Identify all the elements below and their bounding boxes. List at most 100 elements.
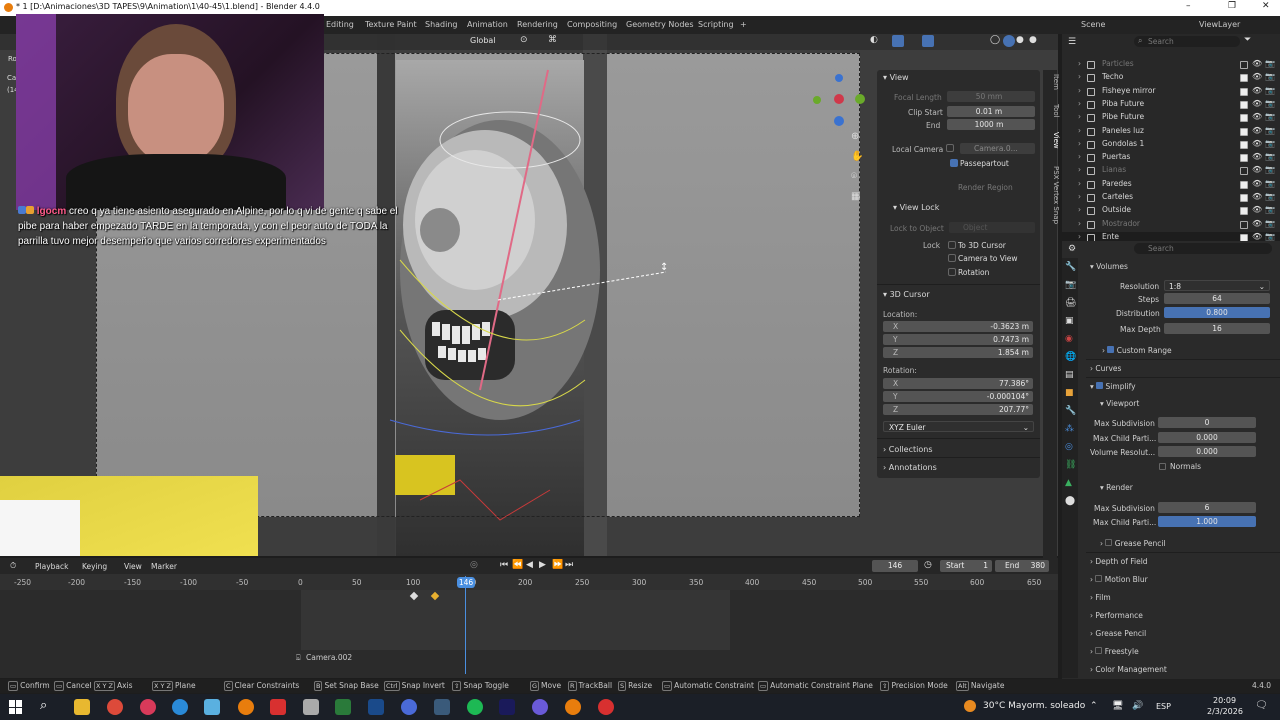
outliner-row[interactable]: › Carteles 👁 📷 <box>1074 192 1275 205</box>
pycharm-icon[interactable] <box>335 699 351 715</box>
grease-pencil-header[interactable]: › Grease Pencil <box>1090 629 1146 638</box>
render-camera-icon[interactable]: 📷 <box>1265 165 1275 174</box>
view-section-header[interactable]: ▾ View <box>883 73 909 82</box>
cursor-location-x[interactable]: X -0.3623 m <box>883 321 1033 332</box>
gizmo-y-axis[interactable] <box>855 94 865 104</box>
eye-icon[interactable]: 👁 <box>1252 86 1262 95</box>
clock-date[interactable]: 2/3/2026 <box>1207 707 1243 716</box>
annotations-header[interactable]: › Annotations <box>883 463 937 472</box>
world-tab-icon[interactable]: 🌐 <box>1065 352 1076 362</box>
passepartout-checkbox[interactable] <box>950 159 958 167</box>
3d-cursor-header[interactable]: ▾ 3D Cursor <box>883 290 930 299</box>
expand-chevron-icon[interactable]: › <box>1078 86 1081 95</box>
properties-editor-icon[interactable]: ⚙ <box>1068 244 1076 254</box>
snap-icon[interactable]: ⌘ <box>548 35 557 45</box>
material-shading-icon[interactable]: ● <box>1016 35 1024 45</box>
constraints-tab-icon[interactable]: ⛓ <box>1065 460 1076 470</box>
camera-to-view-checkbox[interactable] <box>948 254 956 262</box>
gizmo-z-top[interactable] <box>835 74 843 82</box>
gizmo-z-axis[interactable] <box>834 116 844 126</box>
gizmo-y-neg[interactable] <box>813 96 821 104</box>
playhead-line[interactable] <box>465 576 466 674</box>
max-child-field[interactable]: 0.000 <box>1158 432 1256 443</box>
start-frame-field[interactable]: Start 1 <box>940 560 992 572</box>
tab-item[interactable]: Item <box>1046 74 1060 90</box>
pan-hand-icon[interactable]: ✋ <box>851 151 863 162</box>
eye-icon[interactable]: 👁 <box>1252 59 1262 68</box>
eye-icon[interactable]: 👁 <box>1252 179 1262 188</box>
object-tab-icon[interactable]: ■ <box>1065 388 1074 398</box>
lock-to-cursor-checkbox[interactable] <box>948 241 956 249</box>
local-camera-checkbox[interactable] <box>946 144 954 152</box>
end-frame-field[interactable]: End 380 <box>995 560 1049 572</box>
minimize-button[interactable]: – <box>1186 1 1191 11</box>
tab-psx-vertex-snap[interactable]: PSX Vertex Snap <box>1046 166 1060 224</box>
render-camera-icon[interactable]: 📷 <box>1265 232 1275 241</box>
expand-chevron-icon[interactable]: › <box>1078 139 1081 148</box>
gizmo-x-axis[interactable] <box>834 94 844 104</box>
outliner-row[interactable]: › Puertas 👁 📷 <box>1074 152 1275 165</box>
exclude-checkbox[interactable] <box>1240 180 1248 189</box>
app-icon[interactable] <box>401 699 417 715</box>
tray-chevron-icon[interactable]: ⌃ <box>1090 701 1098 711</box>
steps-field[interactable]: 64 <box>1164 293 1270 304</box>
language-indicator[interactable]: ESP <box>1156 702 1171 711</box>
clip-end-field[interactable]: 1000 m <box>947 119 1035 130</box>
windows-start-icon[interactable] <box>9 700 23 714</box>
custom-range-row[interactable]: › Custom Range <box>1102 346 1172 355</box>
exclude-checkbox[interactable] <box>1240 167 1248 176</box>
volume-resolution-field[interactable]: 0.000 <box>1158 446 1256 457</box>
expand-chevron-icon[interactable]: › <box>1078 72 1081 81</box>
play-icon[interactable]: ▶ <box>539 560 546 570</box>
clock-time[interactable]: 20:09 <box>1213 696 1236 705</box>
expand-chevron-icon[interactable]: › <box>1078 179 1081 188</box>
custom-range-checkbox[interactable] <box>1107 346 1115 353</box>
tab-scripting[interactable]: Scripting <box>698 20 734 29</box>
material-tab-icon[interactable]: ⬤ <box>1065 496 1075 506</box>
expand-chevron-icon[interactable]: › <box>1078 232 1081 241</box>
pivot-point-icon[interactable]: ⊙ <box>520 35 528 45</box>
app-icon[interactable] <box>303 699 319 715</box>
chrome-icon[interactable] <box>107 699 123 715</box>
expand-chevron-icon[interactable]: › <box>1078 192 1081 201</box>
render-max-subdivision-field[interactable]: 6 <box>1158 502 1256 513</box>
playhead-frame-indicator[interactable]: 146 <box>457 577 475 588</box>
expand-chevron-icon[interactable]: › <box>1078 165 1081 174</box>
network-icon[interactable]: 🖥 <box>1112 701 1123 711</box>
simplify-header[interactable]: ▾ Simplify <box>1090 382 1136 391</box>
expand-chevron-icon[interactable]: › <box>1078 59 1081 68</box>
outliner-row[interactable]: › Pibe Future 👁 📷 <box>1074 112 1275 125</box>
performance-header[interactable]: › Performance <box>1090 611 1143 620</box>
outliner-row[interactable]: › Mostrador 👁 📷 <box>1074 219 1275 232</box>
eye-icon[interactable]: 👁 <box>1252 99 1262 108</box>
outliner-search-input[interactable]: Search <box>1134 36 1240 47</box>
curves-header[interactable]: › Curves <box>1090 364 1121 373</box>
tab-view[interactable]: View <box>1046 132 1060 149</box>
render-subheader[interactable]: ▾ Render <box>1100 483 1133 492</box>
tab-compositing[interactable]: Compositing <box>567 20 617 29</box>
render-camera-icon[interactable]: 📷 <box>1265 139 1275 148</box>
normals-checkbox[interactable] <box>1159 463 1166 470</box>
exclude-checkbox[interactable] <box>1240 127 1248 136</box>
eye-icon[interactable]: 👁 <box>1252 205 1262 214</box>
freestyle-header[interactable]: › Freestyle <box>1090 647 1139 656</box>
motion-blur-header[interactable]: › Motion Blur <box>1090 575 1148 584</box>
outliner-row[interactable]: › Gondolas 1 👁 📷 <box>1074 139 1275 152</box>
grease-pencil-subheader[interactable]: › Grease Pencil <box>1100 539 1166 548</box>
motion-blur-checkbox[interactable] <box>1095 575 1103 582</box>
rotation-mode-dropdown[interactable]: XYZ Euler ⌄ <box>883 421 1034 432</box>
tab-texture-paint[interactable]: Texture Paint <box>365 20 417 29</box>
camera-marker-label[interactable]: Camera.002 <box>306 653 352 662</box>
tab-shading[interactable]: Shading <box>425 20 458 29</box>
render-camera-icon[interactable]: 📷 <box>1265 72 1275 81</box>
view-lock-header[interactable]: ▾ View Lock <box>893 203 939 212</box>
expand-chevron-icon[interactable]: › <box>1078 112 1081 121</box>
cursor-rotation-z[interactable]: Z 207.77° <box>883 404 1033 415</box>
blender-taskbar-icon[interactable] <box>238 699 254 715</box>
current-frame-field[interactable]: 146 <box>872 560 918 572</box>
eye-icon[interactable]: 👁 <box>1252 192 1262 201</box>
lock-object-field[interactable]: Object <box>949 222 1035 233</box>
zoom-icon[interactable]: ⊕ <box>851 131 859 142</box>
render-camera-icon[interactable]: 📷 <box>1265 192 1275 201</box>
spotify-icon[interactable] <box>467 699 483 715</box>
